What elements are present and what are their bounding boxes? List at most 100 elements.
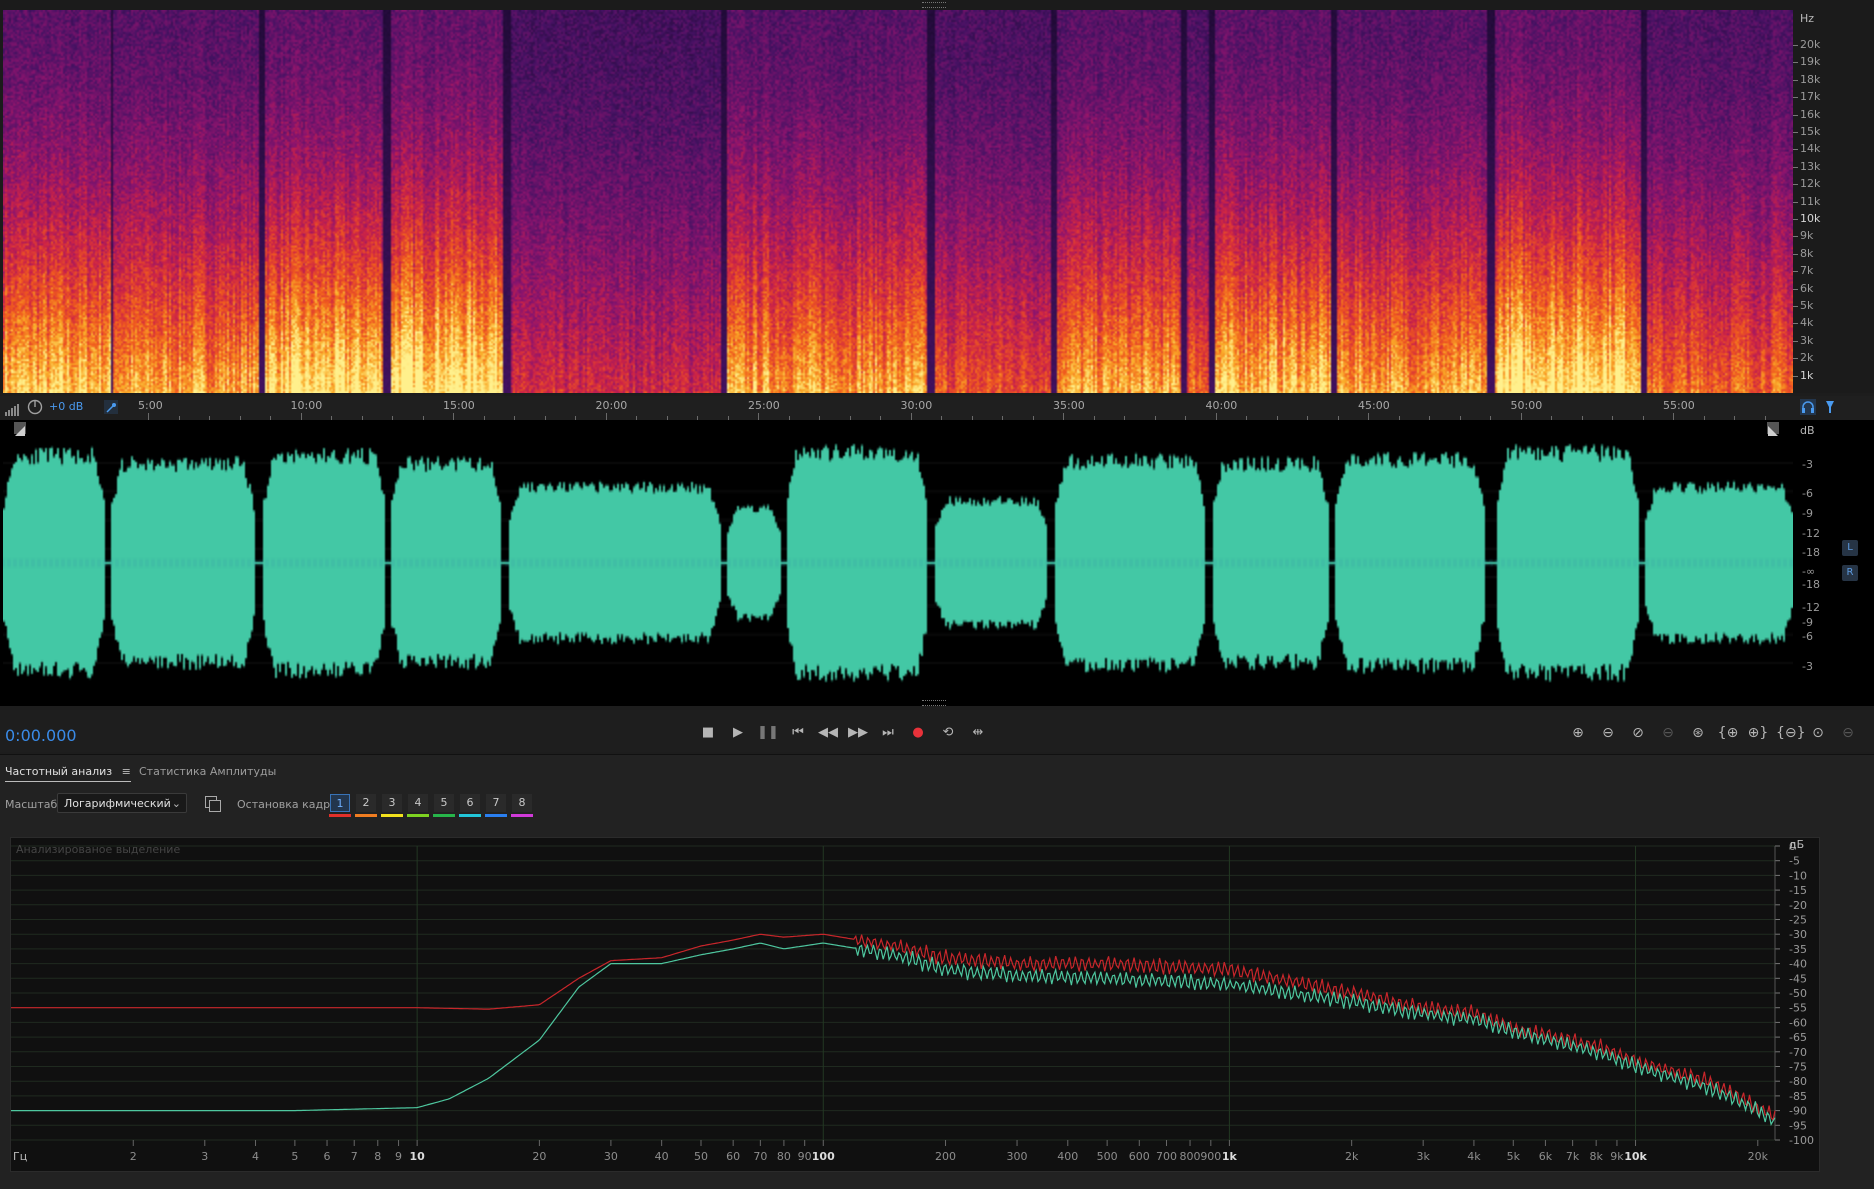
time-tick-label: 5:00	[138, 399, 163, 412]
y-tick-label: -55	[1789, 1002, 1807, 1015]
rewind-button[interactable]: ◀◀	[817, 722, 839, 744]
x-tick-label: 90	[798, 1150, 812, 1163]
freq-tick	[1793, 271, 1798, 273]
x-tick-label: 2k	[1345, 1150, 1359, 1163]
waveform-canvas[interactable]	[3, 420, 1793, 706]
zoom-out-full-button[interactable]: {⊖}	[1776, 722, 1806, 744]
db-tick-label: -6	[1802, 487, 1813, 500]
zoom-corner-icon[interactable]	[14, 422, 26, 436]
spectrogram-canvas[interactable]	[3, 10, 1793, 393]
x-tick-label: 2	[130, 1150, 137, 1163]
right-channel-button[interactable]: R	[1842, 565, 1858, 581]
zoom-in-right-button[interactable]: ⊕}	[1746, 722, 1770, 744]
freq-tick	[1793, 184, 1798, 186]
time-tick-label: 30:00	[900, 399, 933, 412]
zoom-reset-amplitude-button[interactable]: ⊘	[1626, 722, 1650, 744]
zoom-out-amplitude-button[interactable]: ⊖	[1596, 722, 1620, 744]
stop-icon: ■	[701, 725, 715, 740]
frequency-graph[interactable]: 2 3 4 5 6 7 8 9 10 20 30 40 50 60 70 80 90 100 200 300 400 50…	[10, 837, 1820, 1172]
time-ruler[interactable]: +0 dB 5:00 10:00 15:00 20:00 25:00 30:00 35:00…	[0, 396, 1874, 420]
pin-icon[interactable]	[104, 400, 118, 414]
zoom-disabled-icon: ⊖	[1662, 725, 1674, 741]
menu-icon[interactable]: ≡	[122, 765, 131, 778]
freq-tick-label: 1k	[1800, 368, 1814, 382]
current-time[interactable]: 0:00.000	[5, 726, 77, 745]
time-tick	[453, 413, 454, 420]
y-tick-label: -50	[1789, 987, 1807, 1000]
stop-button[interactable]: ■	[697, 722, 719, 744]
x-tick-label: 8	[374, 1150, 381, 1163]
x-tick-label: 7k	[1566, 1150, 1580, 1163]
gain-value[interactable]: +0 dB	[49, 400, 83, 413]
gain-knob-icon[interactable]	[27, 399, 43, 415]
x-tick-label: 5	[291, 1150, 298, 1163]
freeze-frame-button-3[interactable]: 3	[382, 794, 402, 812]
x-tick-label: 8k	[1589, 1150, 1603, 1163]
freeze-frame-button-2[interactable]: 2	[356, 794, 376, 812]
resize-grip[interactable]	[922, 700, 946, 706]
freeze-frame-button-5[interactable]: 5	[434, 794, 454, 812]
freq-tick-label: 13k	[1800, 159, 1821, 173]
tab-amplitude-statistics[interactable]: Статистика Амплитуды	[139, 765, 276, 778]
freq-tick	[1793, 375, 1798, 377]
freq-tick-label: 11k	[1800, 194, 1821, 208]
freq-tick-label: 14k	[1800, 142, 1821, 156]
freq-tick	[1793, 132, 1798, 133]
y-tick-label: -80	[1789, 1075, 1807, 1088]
tab-frequency-analysis[interactable]: Частотный анализ ≡	[5, 765, 131, 782]
skip-end-button[interactable]: ⏭	[877, 722, 899, 744]
play-button[interactable]: ▶	[727, 722, 749, 744]
x-tick-label: 500	[1097, 1150, 1118, 1163]
freeze-frame-button-7[interactable]: 7	[486, 794, 506, 812]
freeze-frame-button-4[interactable]: 4	[408, 794, 428, 812]
fast-forward-button[interactable]: ▶▶	[847, 722, 869, 744]
freq-tick-label: 19k	[1800, 55, 1821, 69]
time-tick-label: 45:00	[1358, 399, 1390, 412]
y-tick-label: -85	[1789, 1090, 1807, 1103]
skip-start-icon: ⏮	[792, 725, 804, 740]
time-tick	[148, 413, 149, 420]
zoom-selection-icon: ⊙	[1812, 725, 1824, 741]
marker-pin-icon[interactable]	[1823, 399, 1837, 415]
scale-dropdown[interactable]: Логарифмический ⌄	[57, 793, 187, 813]
freq-tick	[1793, 306, 1798, 307]
freeze-frame-color	[381, 814, 403, 817]
resize-grip[interactable]	[922, 2, 946, 8]
freq-tick-label: 7k	[1800, 264, 1814, 278]
record-button[interactable]: ●	[907, 722, 929, 744]
x-tick-label: 7	[351, 1150, 358, 1163]
zoom-full-disabled-button[interactable]: ⊖	[1836, 722, 1860, 744]
copy-icon[interactable]	[205, 796, 221, 812]
zoom-corner-icon[interactable]	[1767, 422, 1779, 436]
left-channel-button[interactable]: L	[1842, 540, 1858, 556]
frequency-analysis-panel: Частотный анализ ≡ Статистика Амплитуды …	[0, 754, 1874, 1189]
spectral-display[interactable]: Hz 20k 19k 18k 17k 16k 15k 14k 13k 12k 11k 10k 9k 8k…	[0, 0, 1874, 393]
zoom-in-amplitude-button[interactable]: ⊕	[1566, 722, 1590, 744]
tab-label: Статистика Амплитуды	[139, 765, 277, 778]
y-tick-label: -5	[1789, 855, 1800, 868]
y-tick-label: -70	[1789, 1046, 1807, 1059]
freq-tick	[1793, 79, 1798, 81]
y-axis-label: дБ	[1789, 838, 1804, 851]
headphones-icon[interactable]	[1800, 399, 1816, 415]
freeze-frame-button-1[interactable]: 1	[330, 794, 350, 812]
freeze-frame-button-8[interactable]: 8	[512, 794, 532, 812]
freq-tick-label: 8k	[1800, 246, 1814, 260]
db-tick-label: -12	[1802, 527, 1820, 540]
pause-button[interactable]: ❚❚	[757, 722, 779, 744]
zoom-in-left-button[interactable]: {⊕	[1716, 722, 1740, 744]
x-tick-label: 6k	[1539, 1150, 1553, 1163]
x-axis-label: Гц	[13, 1150, 27, 1163]
zoom-disabled-button[interactable]: ⊖	[1656, 722, 1680, 744]
freeze-frame-button-6[interactable]: 6	[460, 794, 480, 812]
loop-button[interactable]: ⟲	[937, 722, 959, 744]
time-tick	[300, 413, 302, 420]
freq-tick	[1793, 236, 1798, 238]
skip-start-button[interactable]: ⏮	[787, 722, 809, 744]
skip-selection-button[interactable]: ⇹	[967, 722, 989, 744]
db-tick-label: -18	[1802, 546, 1820, 559]
waveform-display[interactable]: dB -3 -6 -9 -12 -18 -∞ -18 -12 -9 -6 -3 L R	[0, 420, 1874, 706]
freq-tick-label: 10k	[1800, 212, 1821, 225]
zoom-selection-button[interactable]: ⊙	[1806, 722, 1830, 744]
zoom-in-center-button[interactable]: ⊛	[1686, 722, 1710, 744]
